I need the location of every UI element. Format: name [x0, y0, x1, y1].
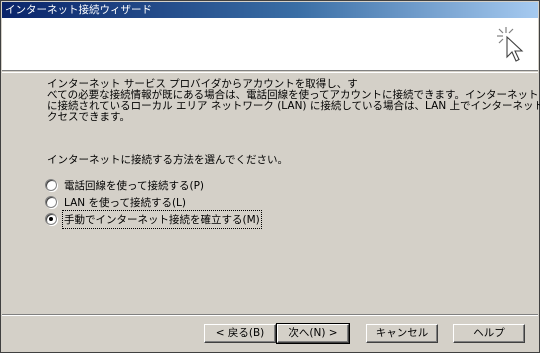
- option-phone-line-label[interactable]: 電話回線を使って接続する(P): [64, 178, 204, 193]
- wizard-header: [2, 18, 538, 71]
- option-manual-label[interactable]: 手動でインターネット接続を確立する(M): [62, 209, 262, 229]
- intro-line: クセスできます。: [47, 111, 130, 123]
- radio-manual[interactable]: [45, 213, 57, 225]
- footer-separator: [2, 314, 538, 316]
- wizard-window: インターネット接続ウィザード インターネット サービス プロバイダからアカウント…: [0, 0, 540, 353]
- option-lan[interactable]: LAN を使って接続する(L): [45, 195, 186, 209]
- wizard-sparkle-cursor-icon: [497, 27, 524, 62]
- option-manual[interactable]: 手動でインターネット接続を確立する(M): [45, 209, 262, 229]
- next-button[interactable]: 次へ(N) >: [276, 323, 350, 344]
- option-lan-label[interactable]: LAN を使って接続する(L): [64, 195, 186, 210]
- help-button[interactable]: ヘルプ: [453, 324, 525, 343]
- option-phone-line[interactable]: 電話回線を使って接続する(P): [45, 178, 204, 192]
- back-button[interactable]: < 戻る(B): [204, 324, 276, 343]
- connection-method-prompt: インターネットに接続する方法を選んでください。: [47, 154, 288, 166]
- radio-lan[interactable]: [45, 196, 57, 208]
- intro-text: インターネット サービス プロバイダからアカウントを取得し、す べての必要な接続…: [47, 79, 540, 123]
- radio-phone-line[interactable]: [45, 179, 57, 191]
- window-title: インターネット接続ウィザード: [2, 2, 538, 18]
- header-separator: [2, 72, 538, 73]
- cancel-button[interactable]: キャンセル: [366, 324, 438, 343]
